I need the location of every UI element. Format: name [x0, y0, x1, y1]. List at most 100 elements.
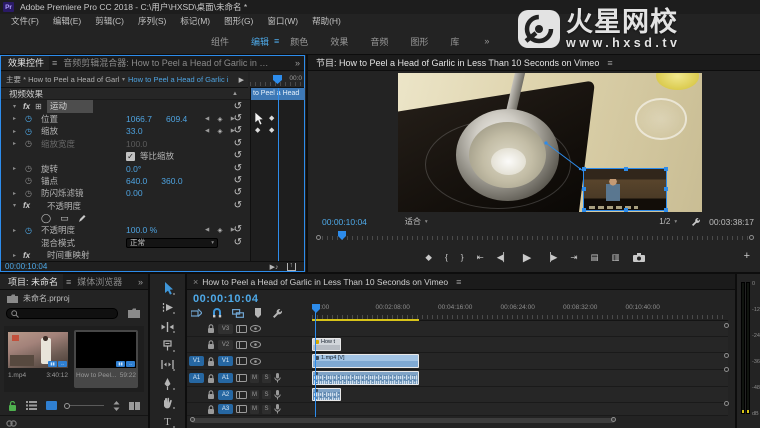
project-item-1.mp4[interactable]: ▮▮↔1.mp43:40:12	[6, 330, 70, 388]
track-lock-icon[interactable]	[207, 390, 215, 399]
ec-master-clip-label[interactable]: 主要 * How to Peel a Head of Garli...	[1, 74, 119, 85]
list-view-icon[interactable]	[26, 401, 37, 410]
track-badge-icon[interactable]	[236, 374, 247, 382]
prev-keyframe-icon[interactable]: ◀	[205, 227, 209, 233]
timeline-settings-icon[interactable]	[272, 308, 283, 318]
scroll-handle-left[interactable]	[190, 417, 195, 422]
clip-A1[interactable]	[312, 371, 419, 385]
stopwatch-icon[interactable]: ◷	[25, 164, 32, 173]
track-eye[interactable]	[250, 325, 261, 332]
blend-mode-dropdown[interactable]: 正常▾	[126, 238, 218, 248]
ec-row-时间重映射[interactable]: ▸fx时间重映射	[1, 249, 250, 261]
param-label[interactable]: 混合模式	[41, 237, 75, 249]
track-lock-icon[interactable]	[207, 357, 215, 366]
new-search-bin-icon[interactable]	[128, 308, 140, 318]
reset-parameter-icon[interactable]: ↺	[234, 164, 242, 174]
track-resize-handle[interactable]	[724, 367, 729, 372]
solo-button-A2[interactable]: S	[262, 390, 271, 399]
ellipse-mask-icon[interactable]: ◯	[41, 213, 51, 224]
tab-audio-clip-mixer[interactable]: 音频剪辑混合器: How to Peel a Head of Garlic in…	[57, 56, 277, 69]
tab-sequence[interactable]: How to Peel a Head of Garlic in Less Tha…	[202, 277, 448, 287]
tab-program[interactable]: 节目: How to Peel a Head of Garlic in Less…	[308, 55, 604, 71]
param-label[interactable]: 时间重映射	[47, 249, 90, 261]
expand-chevron-icon[interactable]: ▸	[13, 190, 21, 197]
toggle-track-output-icon[interactable]	[250, 341, 261, 348]
ec-row-视频效果[interactable]: 视频效果▲	[1, 88, 250, 100]
param-label[interactable]: 等比缩放	[140, 150, 174, 162]
param-label[interactable]: 防闪烁滤镜	[41, 187, 84, 199]
track-lane-V1[interactable]: 1.mp4 [V]	[310, 353, 728, 370]
track-lane-V2[interactable]: How t	[310, 337, 728, 353]
ec-row-防闪烁滤镜[interactable]: ▸◷防闪烁滤镜0.00↺	[1, 187, 250, 199]
keyframe-icon[interactable]: ◆	[269, 126, 274, 134]
add-keyframe-icon[interactable]: ◈	[218, 226, 223, 234]
ec-row-缩放宽度[interactable]: ▸◷缩放宽度100.0↺	[1, 138, 250, 150]
expand-chevron-icon[interactable]: ▾	[13, 103, 21, 110]
panel-menu-icon[interactable]: ≡	[607, 58, 612, 68]
track-lock[interactable]	[207, 357, 215, 366]
clip-How t[interactable]: How t	[312, 338, 341, 351]
stopwatch-icon[interactable]: ◷	[25, 127, 32, 136]
snap-icon[interactable]	[212, 308, 222, 318]
tab-overflow-icon[interactable]: »	[290, 58, 305, 68]
reset-parameter-icon[interactable]: ↺	[234, 102, 242, 112]
workspace-overflow-icon[interactable]: »	[484, 36, 489, 46]
add-marker-icon[interactable]	[254, 308, 262, 318]
add-marker-button[interactable]: ◆	[425, 252, 432, 263]
mic-button[interactable]	[274, 373, 281, 383]
menu-item-3[interactable]: 序列(S)	[131, 15, 173, 27]
transform-handle[interactable]	[582, 208, 586, 212]
mark-in-button[interactable]: {	[445, 252, 448, 262]
stopwatch-icon[interactable]: ◷	[25, 189, 32, 198]
ec-row-运动[interactable]: ▾fx⊞运动↺	[1, 100, 250, 112]
extract-button[interactable]: ▥	[612, 252, 620, 263]
stopwatch-icon[interactable]: ◷	[25, 114, 32, 123]
scroll-handle-left[interactable]	[316, 235, 321, 240]
ec-row-旋转[interactable]: ▸◷旋转0.0°↺	[1, 162, 250, 174]
param-value[interactable]: 1066.7	[126, 114, 152, 124]
track-badge[interactable]	[236, 391, 247, 399]
param-value[interactable]: 609.4	[166, 114, 187, 124]
workspace-tab-图形[interactable]: 图形	[399, 35, 439, 48]
param-label[interactable]: 锚点	[41, 175, 58, 187]
track-lock-icon[interactable]	[207, 340, 215, 349]
export-icon[interactable]: ↑	[287, 263, 297, 271]
timeline-horizontal-scrollbar[interactable]	[191, 417, 615, 424]
ec-play-icon[interactable]: ▶	[239, 76, 248, 84]
fx-icon[interactable]: fx	[23, 201, 30, 210]
add-keyframe-icon[interactable]: ◈	[218, 115, 223, 123]
zoom-fit-dropdown[interactable]: 适合▾	[405, 216, 428, 227]
razor-tool[interactable]	[160, 340, 175, 353]
uniform-scale-checkbox[interactable]: ✓	[126, 152, 135, 161]
transform-handle[interactable]	[624, 167, 628, 171]
track-badge[interactable]	[236, 341, 247, 349]
pen-mask-icon[interactable]	[78, 214, 86, 223]
selection-tool[interactable]	[160, 282, 175, 295]
solo-button-A1[interactable]: S	[262, 374, 271, 383]
folder-up-icon[interactable]	[7, 294, 18, 303]
ec-mini-timeline[interactable]: to Peel a Head	[250, 72, 304, 262]
expand-chevron-icon[interactable]: ▸	[13, 115, 21, 122]
export-frame-button[interactable]	[633, 253, 645, 262]
scroll-handle-right[interactable]	[611, 417, 616, 422]
ec-timecode[interactable]: 00:00:10:04	[1, 262, 47, 271]
menu-item-2[interactable]: 剪辑(C)	[88, 15, 131, 27]
track-badge[interactable]	[236, 374, 247, 382]
transform-handle[interactable]	[664, 187, 668, 191]
search-input[interactable]	[6, 308, 118, 319]
param-label[interactable]: 运动	[47, 100, 93, 113]
track-badge-icon[interactable]	[236, 391, 247, 399]
track-lock[interactable]	[207, 405, 215, 414]
track-eye[interactable]	[250, 341, 261, 348]
ec-row-masks[interactable]: ◯▭	[1, 212, 250, 224]
param-value[interactable]: 100.0	[126, 139, 147, 149]
clip-A2[interactable]	[312, 388, 341, 401]
keyframe-icon[interactable]: ◆	[255, 126, 260, 134]
tab-media-browser[interactable]: 媒体浏览器	[71, 275, 128, 288]
ec-sequence-clip-label[interactable]: How to Peel a Head of Garlic in ...	[128, 75, 228, 84]
voiceover-record-icon[interactable]	[274, 373, 281, 383]
track-badge-icon[interactable]	[236, 325, 247, 333]
track-lane-A2[interactable]	[310, 387, 728, 403]
expand-chevron-icon[interactable]: ▸	[13, 128, 21, 135]
project-item-How to Peel...[interactable]: ▮▮↔How to Peel...59:22	[74, 330, 138, 388]
